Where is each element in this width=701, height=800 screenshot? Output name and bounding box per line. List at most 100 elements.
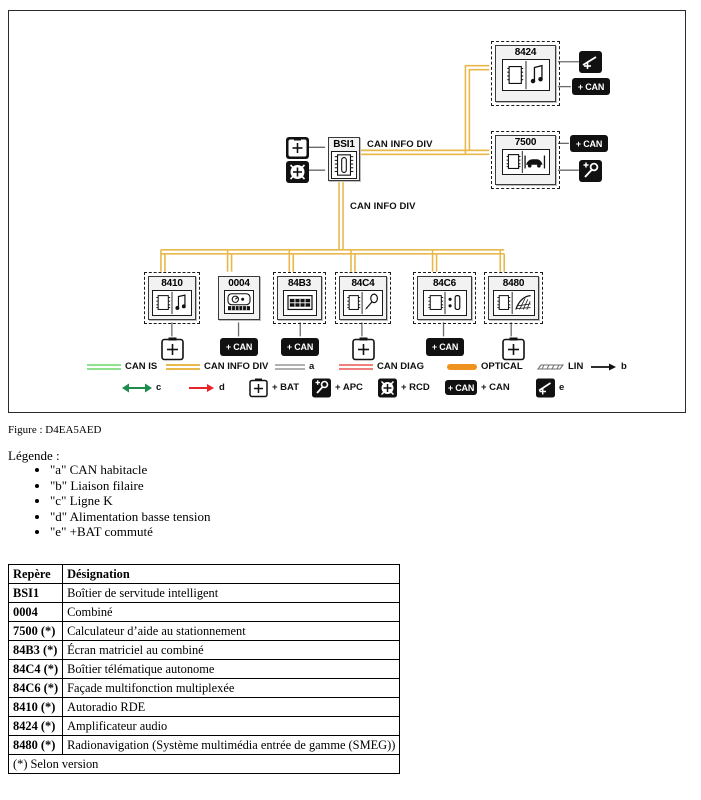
table-row: BSI1 Boîtier de servitude intelligent bbox=[7, 583, 401, 603]
legende-item: "b" Liaison filaire bbox=[50, 478, 210, 494]
cell-designation: Boîtier télématique autonome bbox=[62, 659, 401, 679]
legende-item: "e" +BAT commuté bbox=[50, 524, 210, 540]
double-line-icon bbox=[339, 363, 373, 371]
reference-table: Repère Désignation BSI1 Boîtier de servi… bbox=[7, 564, 401, 774]
legende-item: "d" Alimentation basse tension bbox=[50, 509, 210, 525]
bat-icon bbox=[286, 137, 309, 159]
cell-designation: Amplificateur audio bbox=[62, 716, 401, 736]
cell-designation: Façade multifonction multiplexée bbox=[62, 678, 401, 698]
badge-bsi1-bat[interactable] bbox=[286, 137, 309, 159]
multifunction-panel-icon bbox=[422, 290, 467, 316]
can-badge-icon: + CAN bbox=[445, 380, 477, 395]
cell-designation: Autoradio RDE bbox=[62, 697, 401, 717]
table-row: 8410 (*) Autoradio RDE bbox=[7, 697, 401, 717]
table-footnote-row: (*) Selon version bbox=[7, 754, 401, 774]
cell-repere: BSI1 bbox=[7, 583, 64, 603]
module-8410[interactable]: 8410 bbox=[144, 272, 200, 324]
instrument-cluster-icon bbox=[224, 290, 254, 314]
table-header-row: Repère Désignation bbox=[7, 564, 401, 584]
switched-bat-icon bbox=[579, 51, 602, 73]
radio-icon bbox=[152, 290, 192, 316]
cell-repere: 84B3 (*) bbox=[7, 640, 64, 660]
hatched-bar-icon bbox=[536, 364, 564, 370]
column-header-repere: Repère bbox=[7, 564, 64, 584]
module-body: 8480 bbox=[488, 276, 539, 320]
module-84c4[interactable]: 84C4 bbox=[335, 272, 391, 324]
module-label: BSI1 bbox=[333, 139, 355, 150]
legend-item-d: d bbox=[189, 382, 225, 394]
module-label: 8410 bbox=[161, 278, 183, 289]
module-body: 8410 bbox=[148, 276, 196, 320]
legend-item-c: c bbox=[122, 382, 161, 394]
legend-item-a: a bbox=[275, 362, 314, 372]
legend-item-b: b bbox=[591, 362, 627, 372]
bat-icon bbox=[249, 378, 268, 398]
legend-label: c bbox=[156, 382, 162, 393]
module-0004[interactable]: 0004 bbox=[216, 274, 262, 322]
rcd-icon bbox=[378, 378, 397, 398]
double-line-icon bbox=[275, 363, 305, 371]
table-footnote: (*) Selon version bbox=[7, 754, 401, 774]
diagram-frame: 8424 + CAN 7500 + CAN BSI1 CAN INFO DIV … bbox=[8, 10, 686, 413]
legende-list: "a" CAN habitacle "b" Liaison filaire "c… bbox=[8, 462, 210, 540]
module-body: 84B3 bbox=[277, 276, 322, 320]
table-row: 84C4 (*) Boîtier télématique autonome bbox=[7, 659, 401, 679]
legend-item-apc: + APC bbox=[312, 378, 363, 398]
legend-label: + BAT bbox=[272, 382, 300, 393]
switched-bat-icon bbox=[536, 378, 555, 398]
arrow-right-icon bbox=[189, 384, 214, 392]
legend-label: e bbox=[559, 382, 565, 393]
module-84b3[interactable]: 84B3 bbox=[273, 272, 326, 324]
module-body: 84C4 bbox=[339, 276, 387, 320]
legend-label: + RCD bbox=[401, 382, 430, 393]
module-body: 7500 bbox=[495, 135, 556, 185]
legende-item: "a" CAN habitacle bbox=[50, 462, 210, 478]
module-bsi1[interactable]: BSI1 bbox=[326, 135, 362, 183]
matrix-screen-icon bbox=[282, 290, 317, 316]
badge-7500-can[interactable]: + CAN bbox=[570, 135, 608, 152]
bus-label-upper: CAN INFO DIV bbox=[367, 139, 433, 150]
cell-designation: Calculateur d’aide au stationnement bbox=[62, 621, 401, 641]
module-label: 0004 bbox=[228, 278, 250, 289]
module-body: 0004 bbox=[218, 276, 260, 320]
module-8480[interactable]: 8480 bbox=[484, 272, 543, 324]
module-label: 8480 bbox=[502, 278, 525, 289]
cell-repere: 8410 (*) bbox=[7, 697, 64, 717]
legend-label: LIN bbox=[568, 361, 584, 372]
module-84c6[interactable]: 84C6 bbox=[413, 272, 476, 324]
bus-label-lower: CAN INFO DIV bbox=[350, 201, 416, 212]
legend-label: CAN DIAG bbox=[377, 361, 424, 372]
legend-label: OPTICAL bbox=[481, 361, 523, 372]
module-8424[interactable]: 8424 bbox=[491, 41, 560, 106]
module-label: 7500 bbox=[514, 137, 537, 148]
module-7500[interactable]: 7500 bbox=[491, 131, 560, 189]
legend-label: a bbox=[309, 361, 315, 372]
cell-designation: Boîtier de servitude intelligent bbox=[62, 583, 401, 603]
badge-84b3-can[interactable]: + CAN bbox=[281, 338, 319, 356]
cell-repere: 84C4 (*) bbox=[7, 659, 64, 679]
parking-aid-icon bbox=[501, 149, 550, 175]
badge-bsi1-rcd[interactable] bbox=[286, 161, 309, 183]
module-label: 84C4 bbox=[351, 278, 375, 289]
badge-0004-can[interactable]: + CAN bbox=[220, 338, 258, 356]
badge-8424-switched-bat[interactable] bbox=[579, 51, 602, 73]
apc-key-icon bbox=[312, 378, 331, 398]
legend-label: + APC bbox=[335, 382, 363, 393]
legend-item-bat: + BAT bbox=[249, 378, 299, 398]
badge-7500-apc[interactable] bbox=[579, 160, 602, 182]
legend-label: b bbox=[621, 361, 627, 372]
module-label: 84B3 bbox=[287, 278, 312, 289]
arrow-double-icon bbox=[122, 383, 152, 393]
legend-item-can-diag: CAN DIAG bbox=[339, 362, 424, 372]
legend-label: + CAN bbox=[481, 381, 510, 393]
badge-84c6-can[interactable]: + CAN bbox=[426, 338, 464, 356]
legende-item: "c" Ligne K bbox=[50, 493, 210, 509]
cell-repere: 8480 (*) bbox=[7, 735, 64, 755]
table-row: 0004 Combiné bbox=[7, 602, 401, 622]
table-row: 84C6 (*) Façade multifonction multiplexé… bbox=[7, 678, 401, 698]
cell-designation: Radionavigation (Système multimédia entr… bbox=[62, 735, 401, 755]
cell-repere: 7500 (*) bbox=[7, 621, 64, 641]
thick-bar-icon bbox=[447, 364, 477, 370]
badge-8424-can[interactable]: + CAN bbox=[572, 78, 610, 95]
table-row: 7500 (*) Calculateur d’aide au stationne… bbox=[7, 621, 401, 641]
